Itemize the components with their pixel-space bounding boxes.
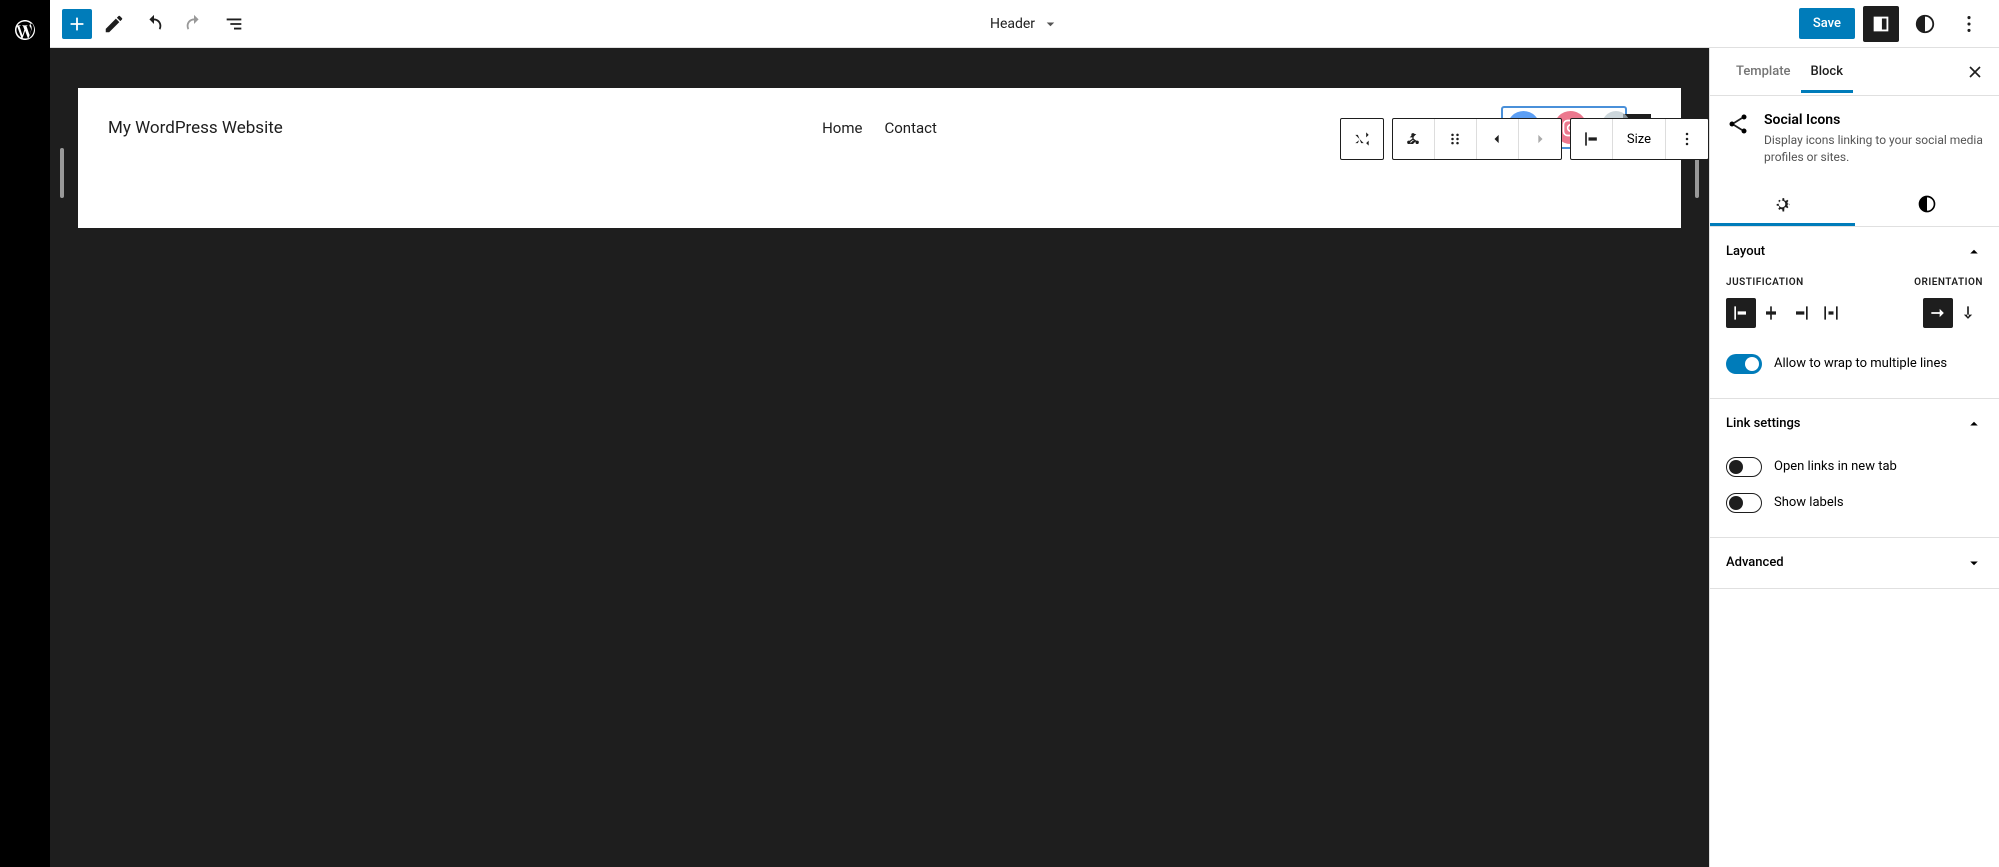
inspector-sub-tabs — [1710, 182, 1999, 227]
justification-label: Justification — [1726, 277, 1804, 288]
orientation-label: Orientation — [1914, 277, 1983, 288]
contrast-icon — [1917, 194, 1937, 214]
show-labels-label: Show labels — [1774, 495, 1844, 510]
orientation-vertical-button[interactable] — [1953, 298, 1983, 328]
new-tab-toggle[interactable] — [1726, 457, 1762, 477]
layout-panel: Layout Justification Orientation — [1710, 227, 1999, 399]
topbar-right: Save — [1799, 6, 1987, 42]
close-sidebar-button[interactable] — [1963, 60, 1987, 84]
styles-toggle[interactable] — [1907, 6, 1943, 42]
advanced-panel: Advanced — [1710, 538, 1999, 589]
justify-button[interactable] — [1571, 119, 1613, 159]
redo-button[interactable] — [176, 6, 212, 42]
nav-item[interactable]: Home — [822, 119, 862, 137]
shuffle-button[interactable] — [1341, 119, 1383, 159]
new-tab-label: Open links in new tab — [1774, 459, 1897, 474]
chevron-down-icon — [1965, 554, 1983, 572]
wordpress-logo-icon — [13, 18, 37, 867]
sidebar-tabs: Template Block — [1710, 48, 1999, 96]
share-icon — [1726, 112, 1750, 136]
justify-space-button[interactable] — [1816, 298, 1846, 328]
block-title: Social Icons — [1764, 112, 1983, 128]
topbar-left — [62, 6, 252, 42]
options-menu-button[interactable] — [1951, 6, 1987, 42]
tab-template[interactable]: Template — [1726, 50, 1801, 93]
block-type-button[interactable] — [1393, 119, 1435, 159]
block-more-options-button[interactable] — [1666, 119, 1708, 159]
orientation-horizontal-button[interactable] — [1923, 298, 1953, 328]
advanced-title: Advanced — [1726, 555, 1784, 570]
save-button[interactable]: Save — [1799, 8, 1855, 39]
block-toolbar-group-main — [1392, 118, 1562, 160]
justify-center-button[interactable] — [1756, 298, 1786, 328]
gear-icon — [1772, 194, 1792, 214]
block-description: Display icons linking to your social med… — [1764, 132, 1983, 166]
justify-left-button[interactable] — [1726, 298, 1756, 328]
chevron-up-icon — [1965, 415, 1983, 433]
tools-button[interactable] — [96, 6, 132, 42]
move-right-button[interactable] — [1519, 119, 1561, 159]
undo-button[interactable] — [136, 6, 172, 42]
editor-canvas-area: Size My WordPress Website Home Contact — [50, 48, 1709, 867]
layout-panel-toggle[interactable]: Layout — [1710, 227, 1999, 277]
document-title: Header — [990, 16, 1035, 32]
layout-panel-title: Layout — [1726, 244, 1765, 259]
size-label: Size — [1627, 132, 1651, 147]
block-inserter-button[interactable] — [62, 9, 92, 39]
tab-block[interactable]: Block — [1801, 50, 1853, 93]
block-toolbar-group-align: Size — [1570, 118, 1709, 160]
wrap-label: Allow to wrap to multiple lines — [1774, 356, 1947, 371]
drag-handle-button[interactable] — [1435, 119, 1477, 159]
size-button[interactable]: Size — [1613, 119, 1666, 159]
wrap-toggle[interactable] — [1726, 354, 1762, 374]
settings-sidebar-toggle[interactable] — [1863, 6, 1899, 42]
show-labels-toggle[interactable] — [1726, 493, 1762, 513]
navigation-block[interactable]: Home Contact — [822, 119, 937, 137]
chevron-up-icon — [1965, 243, 1983, 261]
settings-subtab[interactable] — [1710, 182, 1855, 226]
chevron-down-icon — [1041, 15, 1059, 33]
justify-right-button[interactable] — [1786, 298, 1816, 328]
styles-subtab[interactable] — [1855, 182, 1999, 226]
list-view-button[interactable] — [216, 6, 252, 42]
move-left-button[interactable] — [1477, 119, 1519, 159]
block-toolbar-group-transform — [1340, 118, 1384, 160]
site-title[interactable]: My WordPress Website — [108, 118, 283, 138]
justification-group — [1726, 298, 1846, 328]
block-card: Social Icons Display icons linking to yo… — [1710, 96, 1999, 182]
link-settings-panel-toggle[interactable]: Link settings — [1710, 399, 1999, 449]
resize-handle-left[interactable] — [60, 148, 64, 198]
link-settings-panel: Link settings Open links in new tab Show… — [1710, 399, 1999, 538]
orientation-group — [1923, 298, 1983, 328]
link-settings-title: Link settings — [1726, 416, 1801, 431]
nav-item[interactable]: Contact — [884, 119, 936, 137]
advanced-panel-toggle[interactable]: Advanced — [1710, 538, 1999, 588]
wp-admin-bar[interactable] — [0, 0, 50, 867]
document-title-area[interactable]: Header — [990, 15, 1059, 33]
settings-sidebar: Template Block Social Icons Display icon… — [1709, 48, 1999, 867]
editor-topbar: Header Save — [50, 0, 1999, 48]
block-toolbar: Size — [1340, 118, 1709, 160]
